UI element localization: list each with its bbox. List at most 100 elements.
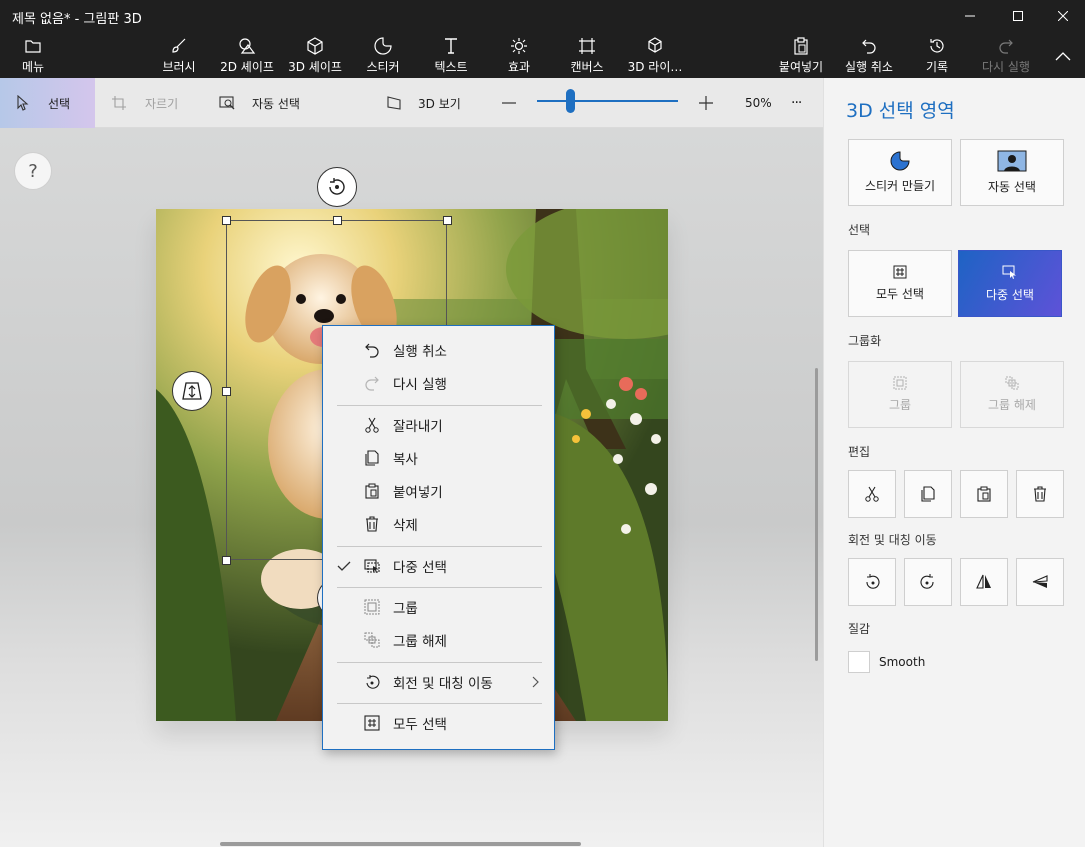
more-options-button[interactable]: ··· xyxy=(791,78,802,128)
context-item-paste[interactable]: 붙여넣기 xyxy=(323,476,554,506)
brush-icon xyxy=(170,36,188,56)
cube-icon xyxy=(306,36,324,56)
redo-button[interactable]: 다시 실행 xyxy=(977,36,1035,76)
flip-horizontal-button[interactable] xyxy=(960,558,1008,606)
magic-select-button[interactable]: 자동 선택 xyxy=(219,78,300,128)
3d-library-icon xyxy=(646,36,664,56)
tool-3d-library[interactable]: 3D 라이… xyxy=(625,36,685,76)
view-3d-button[interactable]: 3D 보기 xyxy=(386,78,461,128)
checkmark-icon xyxy=(337,560,351,572)
select-all-button[interactable]: 모두 선택 xyxy=(848,250,952,317)
context-item-rotate-flip[interactable]: 회전 및 대칭 이동 xyxy=(323,667,554,697)
tool-stickers[interactable]: 스티커 xyxy=(358,36,408,76)
horizontal-scrollbar[interactable] xyxy=(220,842,581,846)
context-item-cut[interactable]: 잘라내기 xyxy=(323,410,554,440)
zoom-out-button[interactable] xyxy=(501,78,517,128)
redo-icon xyxy=(998,36,1014,56)
zoom-in-button[interactable] xyxy=(698,78,714,128)
select-tool-button[interactable]: 선택 xyxy=(0,78,95,128)
top-toolbar: 메뉴 브러시 2D 셰이프 3D 셰이프 스티커 텍스트 효과 캔버스 3D 라… xyxy=(0,32,1085,78)
delete-icon xyxy=(1034,486,1046,502)
minimize-button[interactable] xyxy=(947,0,993,32)
view-3d-icon xyxy=(386,95,402,111)
context-item-copy[interactable]: 복사 xyxy=(323,443,554,473)
panel-title: 3D 선택 영역 xyxy=(846,100,955,122)
help-button[interactable]: ? xyxy=(14,152,52,190)
resize-handle-top-left[interactable] xyxy=(222,216,231,225)
minus-icon xyxy=(501,95,517,111)
minimize-icon xyxy=(965,15,975,17)
tool-canvas[interactable]: 캔버스 xyxy=(566,36,608,76)
tool-3d-shapes[interactable]: 3D 셰이프 xyxy=(282,36,348,76)
folder-icon xyxy=(25,36,41,56)
multi-select-icon xyxy=(1002,265,1016,279)
tool-effects[interactable]: 효과 xyxy=(500,36,538,76)
history-button[interactable]: 기록 xyxy=(922,36,952,76)
close-button[interactable] xyxy=(1040,0,1085,32)
resize-handle-top[interactable] xyxy=(333,216,342,225)
select-all-icon xyxy=(893,265,907,279)
tilt-handle[interactable] xyxy=(172,371,212,411)
context-item-multi-select[interactable]: 다중 선택 xyxy=(323,551,554,581)
rotate-icon xyxy=(329,178,345,195)
rotate-right-button[interactable] xyxy=(904,558,952,606)
more-icon: ··· xyxy=(791,95,802,111)
undo-button[interactable]: 실행 취소 xyxy=(841,36,897,76)
cursor-icon xyxy=(16,95,30,111)
text-icon xyxy=(442,36,460,56)
panel-magic-select-button[interactable]: 자동 선택 xyxy=(960,139,1064,206)
shapes-2d-icon xyxy=(238,36,256,56)
context-menu: 실행 취소 다시 실행 잘라내기 복사 붙여넣기 삭제 다중 선택 그룹 그룹 … xyxy=(322,325,555,750)
sticker-icon xyxy=(374,36,392,56)
context-item-redo[interactable]: 다시 실행 xyxy=(323,368,554,398)
group-button[interactable]: 그룹 xyxy=(848,361,952,428)
zoom-slider-thumb[interactable] xyxy=(566,89,575,113)
make-sticker-button[interactable]: 스티커 만들기 xyxy=(848,139,952,206)
tool-2d-shapes[interactable]: 2D 셰이프 xyxy=(214,36,280,76)
rotate-left-button[interactable] xyxy=(848,558,896,606)
delete-button[interactable] xyxy=(1016,470,1064,518)
cut-icon xyxy=(365,417,379,433)
title-bar: 제목 없음* - 그림판 3D xyxy=(0,0,1085,32)
plus-icon xyxy=(698,95,714,111)
command-bar: 선택 자르기 자동 선택 3D 보기 50% ··· xyxy=(0,78,823,128)
tool-brushes[interactable]: 브러시 xyxy=(159,36,199,76)
rotate-handle[interactable] xyxy=(317,167,357,207)
vertical-scrollbar[interactable] xyxy=(815,368,818,661)
flip-vertical-icon xyxy=(1032,575,1048,588)
menu-button[interactable]: 메뉴 xyxy=(13,36,53,76)
paste-button-panel[interactable] xyxy=(960,470,1008,518)
copy-button[interactable] xyxy=(904,470,952,518)
resize-handle-top-right[interactable] xyxy=(443,216,452,225)
select-all-icon xyxy=(364,715,380,731)
context-item-select-all[interactable]: 모두 선택 xyxy=(323,708,554,738)
delete-icon xyxy=(366,516,378,532)
texture-label: Smooth xyxy=(879,655,926,669)
paste-button[interactable]: 붙여넣기 xyxy=(776,36,826,76)
rotate-right-icon xyxy=(920,574,934,589)
flip-vertical-button[interactable] xyxy=(1016,558,1064,606)
context-item-group[interactable]: 그룹 xyxy=(323,592,554,622)
window-title: 제목 없음* - 그림판 3D xyxy=(12,12,142,27)
texture-checkbox[interactable] xyxy=(848,651,870,673)
resize-handle-left[interactable] xyxy=(222,387,231,396)
context-item-delete[interactable]: 삭제 xyxy=(323,509,554,539)
ungroup-button[interactable]: 그룹 해제 xyxy=(960,361,1064,428)
chevron-up-icon xyxy=(1055,46,1071,66)
grouping-heading: 그룹화 xyxy=(848,334,882,348)
maximize-button[interactable] xyxy=(995,0,1041,32)
resize-handle-bottom-left[interactable] xyxy=(222,556,231,565)
zoom-slider-track[interactable] xyxy=(537,100,678,102)
crop-tool-button[interactable]: 자르기 xyxy=(111,78,178,128)
context-item-undo[interactable]: 실행 취소 xyxy=(323,335,554,365)
menu-separator xyxy=(337,703,542,704)
undo-icon xyxy=(365,343,379,358)
side-panel: 3D 선택 영역 스티커 만들기 자동 선택 선택 모두 선택 다중 선택 그룹… xyxy=(823,78,1085,847)
copy-icon xyxy=(921,486,935,502)
context-item-ungroup[interactable]: 그룹 해제 xyxy=(323,625,554,655)
zoom-percentage[interactable]: 50% xyxy=(745,78,772,128)
cut-button[interactable] xyxy=(848,470,896,518)
tool-text[interactable]: 텍스트 xyxy=(428,36,474,76)
multi-select-button[interactable]: 다중 선택 xyxy=(958,250,1062,317)
rotate-left-icon xyxy=(866,574,880,589)
